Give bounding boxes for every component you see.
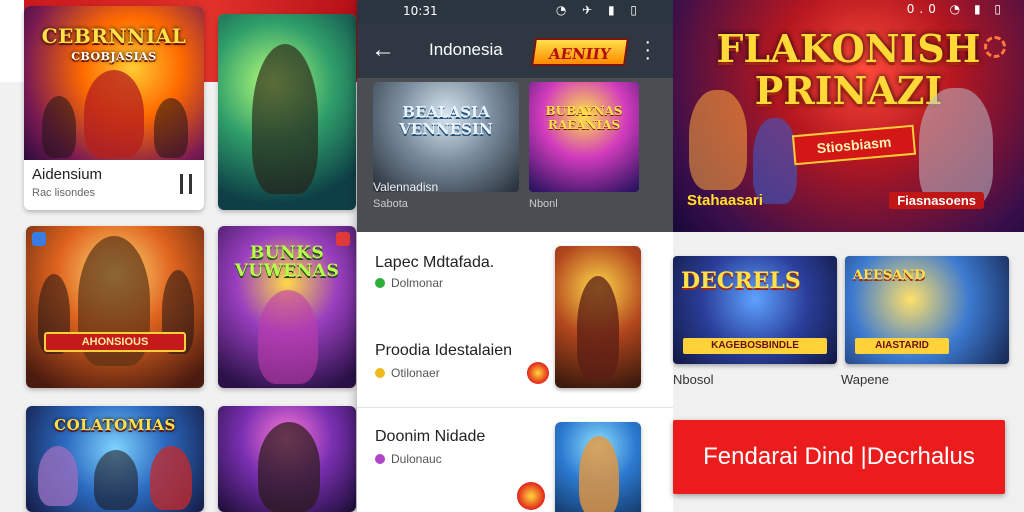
phone-screen: 10:31 ◔ ✈ ▮ ▯ ← Indonesia AENIIY · · · BEA… — [357, 0, 673, 512]
game-art-title: COLATOMIAS — [54, 416, 176, 434]
hero-headline-line1: FLAKONISH — [716, 26, 981, 71]
featured-sublabel: Nbonl — [529, 198, 558, 210]
game-art-subtitle: CBOBJASIAS — [71, 50, 157, 63]
app-toolbar: ← Indonesia AENIIY · · · — [357, 24, 673, 78]
right-promo-panel: 0.0 ◔ ▮ ▯ FLAKONISH PRINAZI Stiosbiasm S… — [673, 0, 1024, 512]
character-figure — [919, 88, 993, 208]
character-figure — [577, 276, 619, 380]
game-card[interactable] — [218, 406, 356, 512]
card-footer: Aidensium Rac lisondes — [24, 160, 204, 210]
promo-tile-label: Wapene — [841, 372, 889, 387]
hero-ribbon: Stiosbiasm — [791, 124, 917, 166]
character-figure — [252, 44, 318, 194]
featured-label: Valennadisn — [373, 180, 439, 194]
more-options-icon[interactable]: · · · — [644, 32, 651, 68]
list-item[interactable]: Lapec Mdtafada. Dolmonar Proodia Idestal… — [357, 232, 673, 408]
promo-tile-strip: KAGEBOSBINDLE — [683, 338, 827, 354]
status-dot — [375, 368, 385, 378]
status-icons: ◔ ✈ ▮ ▯ — [555, 3, 643, 17]
hero-tag-badge: Fiasnasoens — [889, 192, 984, 209]
hero-banner[interactable]: 0.0 ◔ ▮ ▯ FLAKONISH PRINAZI Stiosbiasm S… — [673, 0, 1024, 232]
game-art: CEBRNNIAL CBOBJASIAS — [24, 6, 204, 160]
game-title: Aidensium — [32, 166, 103, 183]
featured-carousel: BEALASIA VENNESIN BUBAYNAS RAEANIAS Vale… — [357, 78, 673, 232]
game-card[interactable]: BUNKS VUWENAS — [218, 226, 356, 388]
status-dot — [375, 454, 385, 464]
list-item[interactable]: Doonim Nidade Dulonauc — [357, 408, 673, 512]
cta-button[interactable]: Fendarai Dind |Decrhalus — [673, 420, 1005, 494]
character-figure — [38, 446, 78, 506]
list-item-meta: Dulonauc — [375, 452, 442, 466]
game-subtitle: Rac lisondes — [32, 187, 95, 199]
list-item-meta-text: Otilonaer — [391, 366, 440, 380]
character-figure — [579, 436, 619, 512]
game-art — [218, 14, 356, 210]
character-figure — [258, 422, 320, 512]
game-card[interactable]: AHONSIOUS — [26, 226, 204, 388]
list-item-title: Doonim Nidade — [375, 428, 486, 445]
app-logo: AENIIY — [531, 38, 629, 66]
side-tab — [0, 0, 24, 82]
game-card-featured[interactable]: CEBRNNIAL CBOBJASIAS Aidensium Rac lison… — [24, 6, 204, 210]
character-figure — [689, 90, 747, 190]
game-badge-icon — [527, 362, 549, 384]
game-art-title: CEBRNNIAL — [41, 24, 187, 48]
character-figure — [150, 446, 192, 510]
status-bar: 10:31 ◔ ✈ ▮ ▯ — [357, 0, 673, 24]
featured-art-title: BUBAYNAS RAEANIAS — [545, 104, 623, 132]
character-figure — [94, 450, 138, 510]
game-card[interactable]: COLATOMIAS — [26, 406, 204, 512]
featured-sublabel: Sabota — [373, 198, 408, 210]
list-item-title: Proodia Idestalaien — [375, 342, 512, 359]
featured-thumb[interactable]: BUBAYNAS RAEANIAS — [529, 82, 639, 192]
game-art — [218, 406, 356, 512]
hero-tag: Stahaasari — [687, 192, 763, 209]
status-dot — [375, 278, 385, 288]
list-item-meta: Dolmonar — [375, 276, 443, 290]
game-art: AHONSIOUS — [26, 226, 204, 388]
promo-tile-title: AEESAND — [853, 268, 926, 283]
list-item-meta-text: Dolmonar — [391, 276, 444, 290]
list-item-meta-text: Dulonauc — [391, 452, 442, 466]
character-figure — [258, 290, 318, 384]
game-art: COLATOMIAS — [26, 406, 204, 512]
game-badge-icon — [517, 482, 545, 510]
left-game-grid: CEBRNNIAL CBOBJASIAS Aidensium Rac lison… — [0, 0, 360, 512]
game-art: BUNKS VUWENAS — [218, 226, 356, 388]
character-figure — [42, 96, 76, 158]
game-ribbon: AHONSIOUS — [44, 332, 186, 352]
back-arrow-icon[interactable]: ← — [371, 36, 395, 64]
promo-tile[interactable]: AEESAND AIASTARID — [845, 256, 1009, 364]
promo-tile-label: Nbosol — [673, 372, 714, 387]
character-figure — [154, 98, 188, 158]
featured-thumb[interactable]: BEALASIA VENNESIN — [373, 82, 519, 192]
character-figure — [84, 70, 144, 158]
game-art-title: BUNKS VUWENAS — [234, 243, 340, 281]
list-item-thumbnail[interactable] — [555, 422, 641, 512]
badge-icon — [32, 232, 46, 246]
list-item-thumbnail[interactable] — [555, 246, 641, 388]
game-card[interactable] — [218, 14, 356, 210]
toolbar-title: Indonesia — [429, 40, 503, 59]
promo-tile-strip: AIASTARID — [855, 338, 949, 354]
bookmark-icon[interactable] — [180, 174, 192, 194]
list-item-title: Lapec Mdtafada. — [375, 254, 495, 271]
list-item-meta: Otilonaer — [375, 366, 440, 380]
promo-tile[interactable]: DECRELS KAGEBOSBINDLE — [673, 256, 837, 364]
promo-tile-title: DECRELS — [681, 268, 801, 294]
featured-art-title: BEALASIA VENNESIN — [399, 103, 493, 138]
screenshot-collage: CEBRNNIAL CBOBJASIAS Aidensium Rac lison… — [0, 0, 1024, 512]
status-time: 10:31 — [403, 4, 438, 18]
status-icons: 0.0 ◔ ▮ ▯ — [906, 2, 1006, 16]
